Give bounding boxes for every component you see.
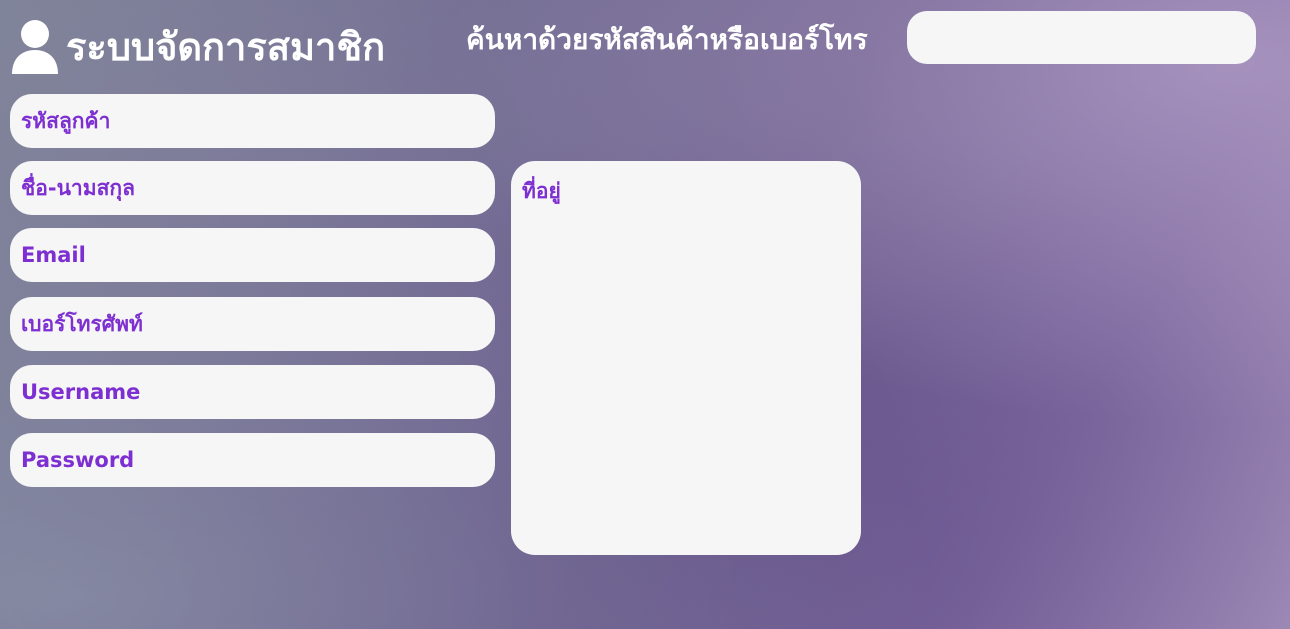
- address-field[interactable]: [511, 161, 861, 555]
- page-title: ระบบจัดการสมาชิก: [66, 24, 386, 69]
- search-input[interactable]: [907, 11, 1256, 64]
- username-field[interactable]: [10, 365, 495, 419]
- password-field[interactable]: [10, 433, 495, 487]
- page-header: ระบบจัดการสมาชิก: [10, 18, 385, 74]
- full-name-field[interactable]: [10, 161, 495, 215]
- email-field[interactable]: [10, 228, 495, 282]
- phone-field[interactable]: [10, 297, 495, 351]
- user-icon: [10, 18, 60, 74]
- customer-id-field[interactable]: [10, 94, 495, 148]
- search-label: ค้นหาด้วยรหัสสินค้าหรือเบอร์โทร: [466, 23, 868, 56]
